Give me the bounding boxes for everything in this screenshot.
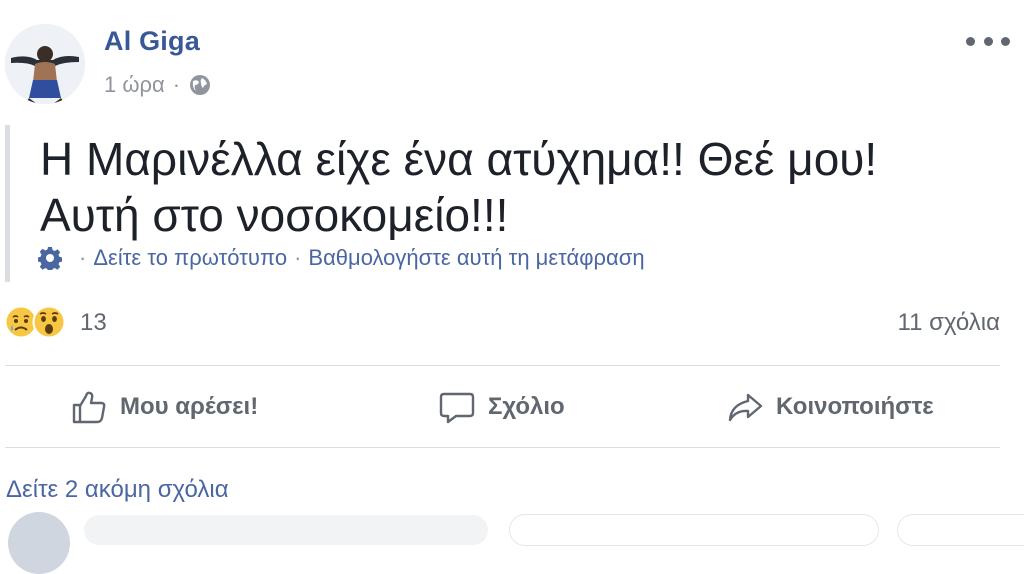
more-dot-icon [966,36,975,46]
globe-icon[interactable] [188,73,212,97]
reaction-count[interactable]: 13 [80,309,107,337]
post-text: Η Μαρινέλλα είχε ένα ατύχημα!! Θεέ μου! … [40,131,1000,243]
comment-bubble-icon [439,392,475,424]
see-original-link[interactable]: Δείτε το πρωτότυπο [93,245,287,271]
translation-row: · Δείτε το πρωτότυπο · Βαθμολογήστε αυτή… [38,242,645,274]
more-dot-icon [983,36,993,46]
comment-button[interactable]: Σχόλιο [438,368,565,446]
share-button-label: Κοινοποιήστε [776,393,934,420]
more-options-button[interactable] [966,30,1010,52]
post-meta: 1 ώρα · [104,70,212,100]
post-text-line: Αυτή στο νοσοκομείο!!! [40,189,509,241]
divider [5,365,1000,366]
share-button[interactable]: Κοινοποιήστε [726,368,934,446]
post-header: Al Giga 1 ώρα · [0,0,1024,110]
translation-separator: · [79,245,87,270]
author-name[interactable]: Al Giga [104,26,200,57]
gear-icon[interactable] [38,246,62,270]
author-avatar[interactable] [5,24,85,104]
rate-translation-link[interactable]: Βαθμολογήστε αυτή τη μετάφραση [308,245,644,271]
reaction-icons[interactable] [4,305,66,341]
comment-bubble [84,515,488,545]
comment-avatar[interactable] [8,512,70,574]
more-dot-icon [1001,36,1010,46]
thumbs-up-icon [72,391,106,424]
view-more-comments-link[interactable]: Δείτε 2 ακόμη σχόλια [6,476,229,504]
comment-count-link[interactable]: 11 σχόλια [898,309,1000,337]
wow-icon [32,305,66,339]
reactions-row: 13 11 σχόλια [0,305,1024,345]
post-timestamp[interactable]: 1 ώρα [104,72,165,98]
translation-separator: · [294,245,302,270]
comment-attachment [898,515,1024,545]
divider [5,447,1000,448]
meta-separator: · [172,72,181,97]
like-button-label: Μου αρέσει! [120,393,259,420]
like-button[interactable]: Μου αρέσει! [70,368,258,446]
comment-attachment [510,515,878,545]
share-arrow-icon [728,393,763,422]
action-bar: Μου αρέσει! Σχόλιο Κοινοποιήστε [0,368,1024,446]
translated-post-block: Η Μαρινέλλα είχε ένα ατύχημα!! Θεέ μου! … [5,125,1010,282]
post-text-line: Η Μαρινέλλα είχε ένα ατύχημα!! Θεέ μου! [40,133,878,185]
comment-button-label: Σχόλιο [488,393,565,420]
